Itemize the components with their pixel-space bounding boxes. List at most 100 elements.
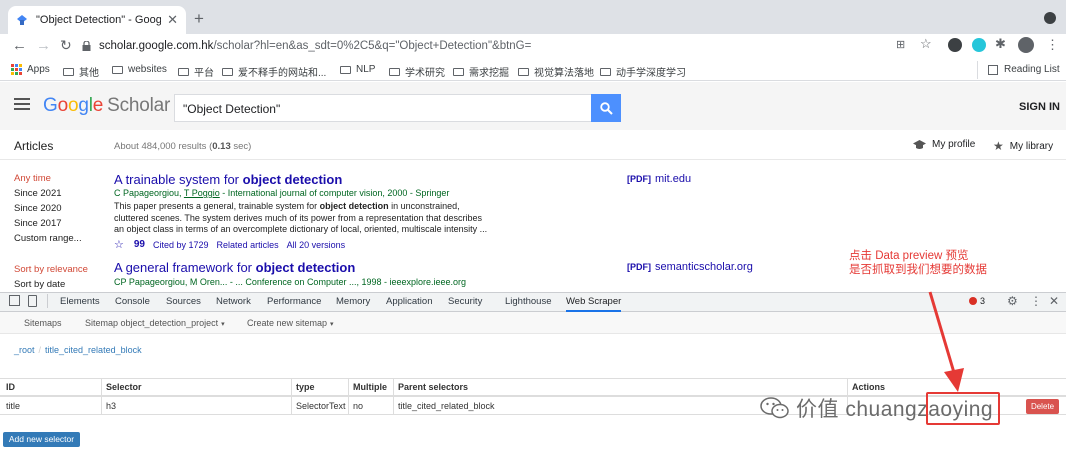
reading-list-button[interactable]: Reading List xyxy=(988,64,1060,75)
close-tab-icon[interactable]: ✕ xyxy=(167,12,178,28)
sort-by-relevance[interactable]: Sort by relevance xyxy=(14,264,88,275)
extensions-puzzle-icon[interactable]: ✱ xyxy=(995,36,1006,52)
browser-tab[interactable]: "Object Detection" - Google Sc ✕ xyxy=(8,6,186,34)
devtools-tab-security[interactable]: Security xyxy=(448,296,482,307)
error-count: 3 xyxy=(980,296,986,306)
add-new-selector-button[interactable]: Add new selector xyxy=(3,432,80,447)
col-parent-selectors: Parent selectors xyxy=(398,382,469,392)
chrome-menu-icon[interactable]: ⋮ xyxy=(1046,37,1059,53)
bookmark-folder[interactable]: 其他 xyxy=(63,64,99,79)
author-link[interactable]: T Poggio xyxy=(184,188,220,198)
ws-nav-sitemap-dropdown[interactable]: Sitemap object_detection_project ▾ xyxy=(85,318,225,328)
red-annotation: 点击 Data preview 预览 是否抓取到我们想要的数据 xyxy=(849,249,987,277)
search-input[interactable]: "Object Detection" xyxy=(174,94,592,122)
devtools-tab-performance[interactable]: Performance xyxy=(267,296,321,307)
logo-letter: e xyxy=(92,95,104,116)
delete-button[interactable]: Delete xyxy=(1026,399,1059,414)
bookmark-folder[interactable]: 平台 xyxy=(178,64,214,79)
all-versions-link[interactable]: All 20 versions xyxy=(287,240,346,250)
pdf-link[interactable]: [PDF] mit.edu xyxy=(627,173,691,185)
reload-icon[interactable]: ↻ xyxy=(60,37,72,54)
extension-r-icon[interactable] xyxy=(948,38,962,52)
breadcrumb-root[interactable]: _root xyxy=(14,345,35,355)
error-badge[interactable]: 3 xyxy=(969,296,985,306)
bookmark-divider xyxy=(977,61,978,79)
filter-any-time[interactable]: Any time xyxy=(14,173,51,184)
devtools-settings-icon[interactable]: ⚙ xyxy=(1007,294,1018,308)
device-toolbar-icon[interactable] xyxy=(28,295,37,307)
devtools-tab-web-scraper[interactable]: Web Scraper xyxy=(566,292,622,312)
bookmark-folder[interactable]: 学术研究 xyxy=(389,64,445,79)
my-profile-link[interactable]: My profile xyxy=(913,139,975,150)
address-bar[interactable]: scholar.google.com.hk/scholar?hl=en&as_s… xyxy=(82,36,932,56)
result-title-link[interactable]: A general framework for object detection xyxy=(114,260,355,275)
url-path: /scholar?hl=en&as_sdt=0%2C5&q="Object+De… xyxy=(213,40,532,52)
filter-since-2021[interactable]: Since 2021 xyxy=(14,188,62,199)
devtools-tab-lighthouse[interactable]: Lighthouse xyxy=(505,296,551,307)
window-menu-icon[interactable] xyxy=(1044,12,1056,24)
pdf-host: semanticscholar.org xyxy=(655,261,753,273)
result-authors: CP Papageorgiou, M Oren... - ... Confere… xyxy=(114,277,467,287)
bookmark-folder[interactable]: 需求挖掘 xyxy=(453,64,509,79)
devtools-divider xyxy=(47,294,48,308)
cell-parent: title_cited_related_block xyxy=(398,401,495,411)
extension-atom-icon[interactable] xyxy=(972,38,986,52)
bookmark-folder[interactable]: 动手学深度学习 xyxy=(600,64,686,79)
logo-letter: g xyxy=(78,95,89,116)
highlight-box xyxy=(926,392,1000,425)
save-star-icon[interactable]: ☆ xyxy=(114,238,124,251)
back-icon[interactable]: ← xyxy=(12,37,27,54)
my-profile-label: My profile xyxy=(932,139,976,150)
devtools-tab-memory[interactable]: Memory xyxy=(336,296,370,307)
bookmark-folder[interactable]: 视觉算法落地 xyxy=(518,64,594,79)
bookmark-label: websites xyxy=(128,64,167,75)
sort-by-date[interactable]: Sort by date xyxy=(14,279,65,290)
bookmark-label: Apps xyxy=(27,64,50,75)
caret-down-icon: ▾ xyxy=(221,321,225,328)
devtools-close-icon[interactable]: ✕ xyxy=(1049,294,1059,308)
folder-icon xyxy=(389,67,400,76)
ws-nav-create-sitemap[interactable]: Create new sitemap ▾ xyxy=(247,318,334,328)
cited-by-link[interactable]: Cited by 1729 xyxy=(153,240,209,250)
bookmark-apps[interactable]: Apps xyxy=(11,64,50,75)
sign-in-link[interactable]: SIGN IN xyxy=(1019,101,1060,113)
bookmark-label: 其他 xyxy=(79,68,99,79)
result-title-link[interactable]: A trainable system for object detection xyxy=(114,172,342,187)
col-multiple: Multiple xyxy=(353,382,387,392)
devtools-tab-console[interactable]: Console xyxy=(115,296,150,307)
breadcrumb-current[interactable]: title_cited_related_block xyxy=(45,345,142,355)
bookmark-label: 需求挖掘 xyxy=(469,68,509,79)
filter-since-2020[interactable]: Since 2020 xyxy=(14,203,62,214)
cite-quote-icon[interactable]: 99 xyxy=(134,239,145,250)
my-library-link[interactable]: ★ My library xyxy=(993,139,1053,153)
devtools-more-icon[interactable]: ⋮ xyxy=(1030,294,1042,308)
bookmark-folder[interactable]: websites xyxy=(112,64,167,75)
graduation-cap-icon xyxy=(913,139,926,149)
profile-avatar-icon[interactable] xyxy=(1018,37,1034,53)
scholar-logo[interactable]: Google Scholar xyxy=(43,95,170,117)
result-actions: ☆ 99 Cited by 1729 Related articles All … xyxy=(114,238,345,251)
bookmark-folder[interactable]: NLP xyxy=(340,64,375,75)
bookmark-folder[interactable]: 爱不释手的网站和... xyxy=(222,64,326,79)
cell-multiple: no xyxy=(353,401,364,411)
devtools-tab-sources[interactable]: Sources xyxy=(166,296,201,307)
url-host: scholar.google.com.hk xyxy=(99,40,214,52)
forward-icon[interactable]: → xyxy=(36,37,51,54)
snippet-text: in unconstrained, xyxy=(388,201,460,211)
devtools-tab-network[interactable]: Network xyxy=(216,296,251,307)
pdf-link[interactable]: [PDF] semanticscholar.org xyxy=(627,261,753,273)
inspect-element-icon[interactable] xyxy=(9,295,20,306)
filter-since-2017[interactable]: Since 2017 xyxy=(14,218,62,229)
filter-custom-range[interactable]: Custom range... xyxy=(14,233,82,244)
search-button[interactable] xyxy=(591,94,621,122)
hamburger-menu-icon[interactable] xyxy=(14,98,30,110)
devtools-tab-elements[interactable]: Elements xyxy=(60,296,100,307)
bookmark-star-icon[interactable]: ☆ xyxy=(920,36,932,52)
tab-title: "Object Detection" - Google Sc xyxy=(36,14,162,26)
related-articles-link[interactable]: Related articles xyxy=(217,240,279,250)
new-tab-button[interactable]: + xyxy=(194,9,204,29)
pdf-tag: [PDF] xyxy=(627,174,651,184)
translate-icon[interactable]: ⊞ xyxy=(896,38,905,51)
ws-nav-sitemaps[interactable]: Sitemaps xyxy=(24,318,62,328)
devtools-tab-application[interactable]: Application xyxy=(386,296,432,307)
